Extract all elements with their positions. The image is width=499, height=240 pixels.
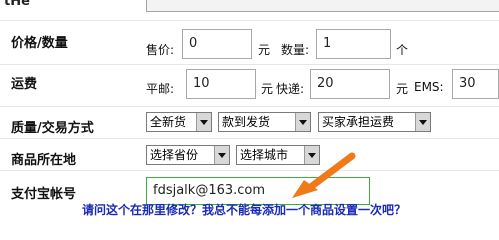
alipay-label: 支付宝帐号 [11, 187, 77, 202]
post-prefix: 平邮: [146, 82, 175, 96]
qty-unit: 个 [396, 43, 409, 57]
city-select-value: 选择城市 [240, 148, 289, 162]
shipping-payer-select[interactable]: 买家承担运费 [318, 112, 431, 132]
quantity-input[interactable]: 1 [316, 29, 391, 59]
question-annotation: 请问这个在那里修改？我总不能每添加一个商品设置一次吧？ [82, 203, 407, 217]
express-unit: 元 [396, 82, 409, 96]
row-divider [0, 170, 499, 171]
price-prefix: 售价: [146, 43, 175, 57]
qty-prefix: 数量: [281, 43, 310, 57]
row-divider [0, 138, 499, 139]
chevron-down-icon [196, 113, 211, 131]
express-prefix: 快递: [276, 82, 305, 96]
chevron-down-icon [295, 113, 310, 131]
location-label: 商品所在地 [11, 153, 77, 168]
chevron-down-icon [415, 113, 430, 131]
post-unit: 元 [261, 82, 274, 96]
quality-select-value: 全新货 [150, 115, 187, 129]
express-fee-input[interactable]: 20 [310, 69, 390, 99]
price-unit: 元 [258, 43, 271, 57]
row-divider [0, 106, 499, 107]
province-select-value: 选择省份 [150, 148, 199, 162]
ems-fee-input[interactable]: 30 [452, 69, 499, 99]
quality-trade-label: 质量/交易方式 [11, 121, 94, 136]
shipping-payer-select-value: 买家承担运费 [322, 115, 395, 129]
ems-prefix: EMS: [414, 80, 444, 94]
chevron-down-icon [214, 146, 229, 164]
delivery-select-value: 款到发货 [222, 115, 271, 129]
top-input-field[interactable] [146, 0, 499, 12]
product-form: tHe 价格/数量 售价: 0 元 数量: 1 个 运费 平邮: 10 元 快递… [0, 0, 499, 222]
delivery-select[interactable]: 款到发货 [218, 112, 311, 132]
shipping-label: 运费 [11, 77, 38, 92]
row-divider [0, 64, 499, 65]
province-select[interactable]: 选择省份 [146, 145, 230, 165]
price-input[interactable]: 0 [182, 29, 252, 59]
price-qty-label: 价格/数量 [11, 36, 68, 51]
quality-select[interactable]: 全新货 [146, 112, 212, 132]
arrow-icon [292, 152, 356, 198]
cut-off-label: tHe [4, 0, 30, 9]
post-fee-input[interactable]: 10 [186, 69, 256, 99]
row-divider [0, 20, 499, 21]
